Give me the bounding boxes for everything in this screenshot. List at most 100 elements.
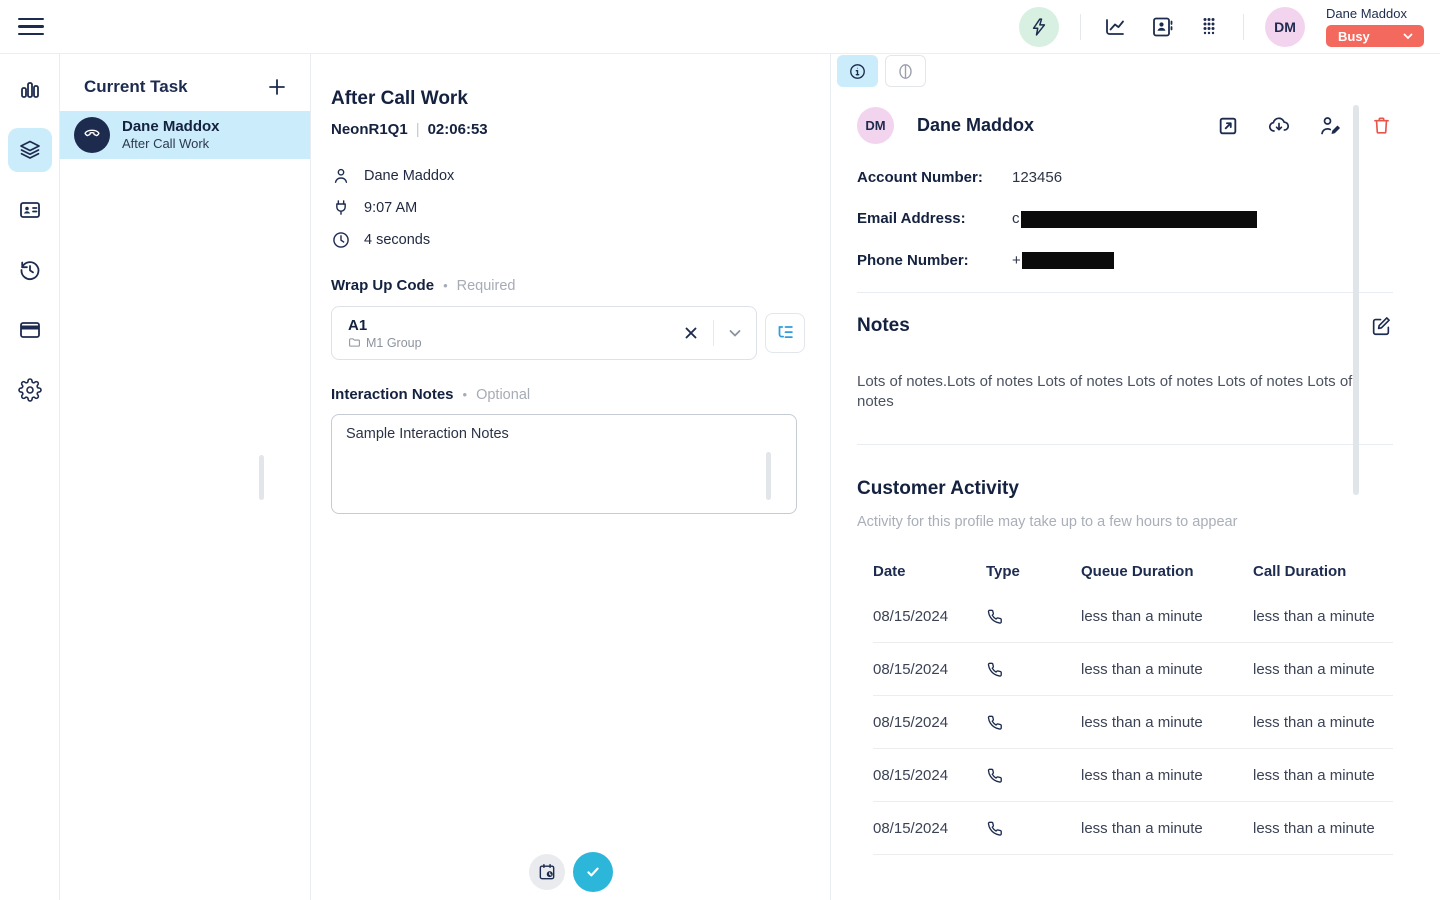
phone-icon (82, 125, 102, 145)
topbar-divider (1080, 14, 1081, 40)
edit-notes-button[interactable] (1369, 314, 1393, 338)
phone-number-value: + (1012, 252, 1114, 270)
activity-date: 08/15/2024 (873, 661, 986, 678)
left-nav-rail (0, 54, 60, 900)
contact-card-icon (18, 198, 42, 222)
wrap-up-code-select[interactable]: A1 M1 Group (331, 306, 757, 360)
activity-date: 08/15/2024 (873, 608, 986, 625)
nav-history[interactable] (8, 248, 52, 292)
cloud-download-icon (1267, 114, 1291, 138)
acw-contact-name: Dane Maddox (364, 168, 454, 184)
activity-call-duration: less than a minute (1253, 767, 1393, 784)
separator-dot: • (463, 387, 468, 402)
wrap-up-code-label: Wrap Up Code (331, 277, 434, 294)
wrap-up-code-value: A1 (348, 317, 682, 334)
line-chart-icon[interactable] (1102, 14, 1128, 40)
contact-avatar: DM (857, 107, 894, 144)
menu-icon[interactable] (18, 14, 44, 40)
person-icon (331, 166, 351, 186)
chevron-down-icon (1402, 30, 1414, 42)
activity-table: Date Type Queue Duration Call Duration 0… (873, 552, 1393, 855)
wrap-up-tree-button[interactable] (765, 313, 805, 353)
activity-row[interactable]: 08/15/2024 less than a minute less than … (873, 696, 1393, 749)
layers-icon (18, 138, 42, 162)
contact-book-icon[interactable] (1149, 14, 1175, 40)
task-contact-name: Dane Maddox (122, 118, 220, 136)
activity-row[interactable]: 08/15/2024 less than a minute less than … (873, 590, 1393, 643)
status-dropdown[interactable]: Busy (1326, 25, 1424, 47)
activity-queue-duration: less than a minute (1081, 714, 1253, 731)
info-icon (848, 62, 867, 81)
schedule-button[interactable] (529, 854, 565, 890)
folder-icon (348, 336, 361, 349)
acw-panel-scrollbar[interactable] (259, 455, 264, 500)
nav-tasks[interactable] (8, 128, 52, 172)
tab-info[interactable] (837, 55, 878, 87)
delete-contact-button[interactable] (1369, 114, 1393, 138)
chevron-down-icon[interactable] (727, 325, 743, 341)
acw-timer: 02:06:53 (428, 121, 488, 138)
check-icon (583, 862, 603, 882)
queue-name: NeonR1Q1 (331, 121, 408, 138)
account-number-label: Account Number: (857, 169, 1012, 186)
section-divider (857, 444, 1393, 445)
acw-title: After Call Work (331, 88, 830, 110)
topbar-divider (1243, 14, 1244, 40)
activity-row[interactable]: 08/15/2024 less than a minute less than … (873, 643, 1393, 696)
trash-icon (1371, 115, 1392, 136)
activity-call-duration: less than a minute (1253, 820, 1393, 837)
tab-compare[interactable] (885, 55, 926, 87)
nav-window[interactable] (8, 308, 52, 352)
user-avatar[interactable]: DM (1265, 7, 1305, 47)
col-queue-duration: Queue Duration (1081, 563, 1253, 580)
nav-analytics[interactable] (8, 68, 52, 112)
acw-start-time: 9:07 AM (364, 200, 417, 216)
current-task-title: Current Task (84, 77, 188, 97)
tree-view-icon (774, 322, 796, 344)
plus-icon (267, 77, 287, 97)
calendar-clock-icon (537, 862, 557, 882)
clear-x-icon[interactable] (682, 324, 700, 342)
download-contact-button[interactable] (1267, 114, 1291, 138)
email-address-row: Email Address: c (857, 210, 1393, 228)
activity-queue-duration: less than a minute (1081, 820, 1253, 837)
edit-contact-button[interactable] (1318, 114, 1342, 138)
current-task-panel: Current Task Dane Maddox After Call Work (60, 54, 310, 900)
plug-icon (331, 198, 351, 218)
detail-panel-left-scrollbar[interactable] (766, 452, 771, 500)
add-task-button[interactable] (266, 76, 288, 98)
account-number-row: Account Number: 123456 (857, 169, 1393, 186)
dialpad-icon[interactable] (1196, 14, 1222, 40)
notes-body: Lots of notes.Lots of notes Lots of note… (857, 372, 1393, 412)
notes-optional-label: Optional (476, 387, 530, 403)
phone-number-row: Phone Number: + (857, 252, 1393, 270)
redaction-bar (1021, 211, 1257, 228)
redaction-bar (1022, 252, 1114, 269)
section-divider (857, 292, 1393, 293)
task-list-item[interactable]: Dane Maddox After Call Work (60, 111, 310, 159)
customer-activity-subtitle: Activity for this profile may take up to… (857, 514, 1393, 530)
activity-row[interactable]: 08/15/2024 less than a minute less than … (873, 749, 1393, 802)
subtitle-separator: | (416, 121, 420, 138)
open-external-button[interactable] (1216, 114, 1240, 138)
lightning-icon (1029, 17, 1049, 37)
top-bar: DM Dane Maddox Busy (0, 0, 1440, 54)
wrap-up-required-label: Required (457, 278, 516, 294)
activity-date: 08/15/2024 (873, 714, 986, 731)
email-address-label: Email Address: (857, 210, 1012, 227)
detail-panel-scrollbar[interactable] (1353, 105, 1359, 495)
complete-task-button[interactable] (573, 852, 613, 892)
separator-dot: • (443, 278, 448, 293)
phone-icon (986, 661, 1081, 678)
activity-row[interactable]: 08/15/2024 less than a minute less than … (873, 802, 1393, 855)
nav-contacts[interactable] (8, 188, 52, 232)
activity-date: 08/15/2024 (873, 820, 986, 837)
gear-icon (18, 378, 42, 402)
external-link-icon (1217, 115, 1239, 137)
quick-actions-button[interactable] (1019, 7, 1059, 47)
interaction-notes-input[interactable]: Sample Interaction Notes (331, 414, 797, 514)
contact-detail-panel: DM Dane Maddox (830, 54, 1440, 900)
wrap-up-group-label: M1 Group (366, 336, 422, 350)
nav-settings[interactable] (8, 368, 52, 412)
email-address-value: c (1012, 210, 1257, 228)
